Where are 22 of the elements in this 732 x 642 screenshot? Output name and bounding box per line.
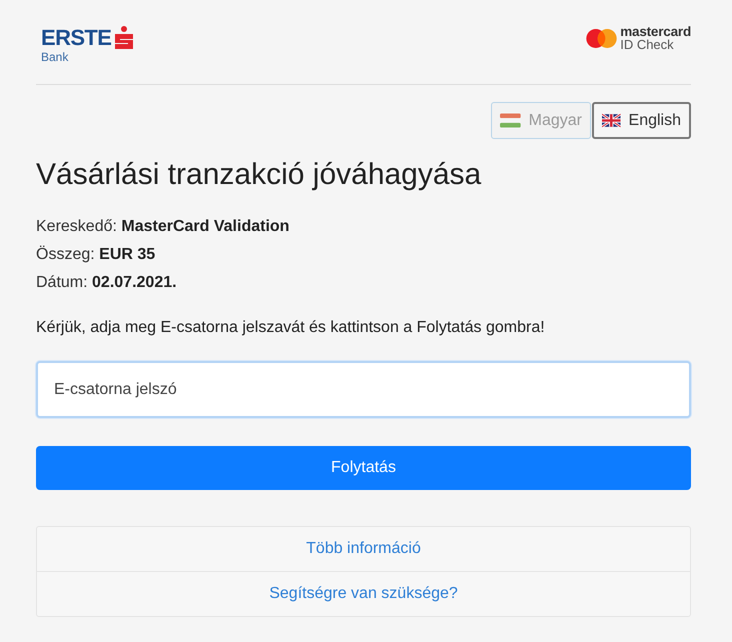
detail-value: 02.07.2021. <box>92 274 177 291</box>
bank-logo-subtitle: Bank <box>41 51 68 64</box>
card-logo-text: mastercard <box>620 26 691 38</box>
detail-value: EUR 35 <box>99 246 156 263</box>
detail-value: MasterCard Validation <box>121 218 290 235</box>
hungarian-flag-icon <box>500 113 521 128</box>
detail-label: Összeg: <box>36 246 95 263</box>
uk-flag-icon <box>602 113 621 128</box>
language-button[interactable]: English <box>592 102 691 139</box>
help-link[interactable]: Több információ <box>37 527 690 571</box>
instruction-text: Kérjük, adja meg E-csatorna jelszavát és kattintson a Folytatás gombra! <box>36 318 546 338</box>
password-field[interactable]: E-csatorna jelszó <box>36 361 691 418</box>
help-link[interactable]: Segítségre van szüksége? <box>37 571 690 616</box>
detail-label: Dátum: <box>36 274 88 291</box>
language-button[interactable]: Magyar <box>491 102 591 139</box>
bank-logo-icon <box>114 26 134 49</box>
card-logo-icon <box>586 29 618 48</box>
bank-logo-text: ERSTE <box>41 27 112 49</box>
card-logo-subtitle: ID Check <box>620 38 674 51</box>
detail-label: Kereskedő: <box>36 218 117 235</box>
continue-button[interactable]: Folytatás <box>36 446 691 490</box>
page-title: Vásárlási tranzakció jóváhagyása <box>36 157 482 193</box>
